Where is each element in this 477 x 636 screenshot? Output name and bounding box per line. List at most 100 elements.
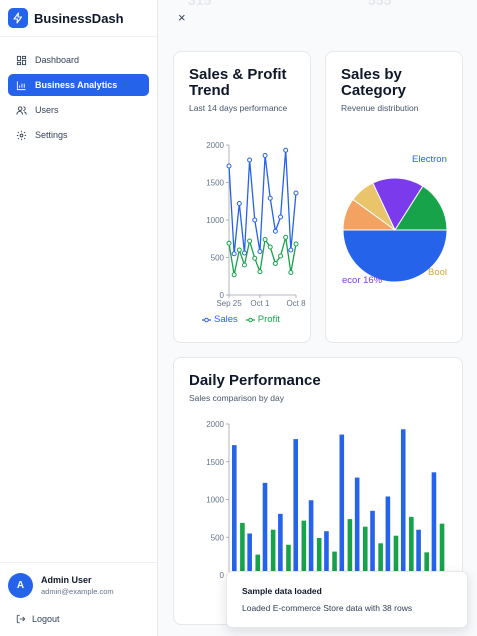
card-subtitle: Revenue distribution bbox=[341, 103, 419, 113]
data-point-profit bbox=[267, 244, 273, 250]
card-title: Daily Performance bbox=[189, 372, 321, 389]
dashboard-icon bbox=[16, 55, 27, 65]
data-point-profit bbox=[257, 269, 263, 275]
sidebar-item-users[interactable]: Users bbox=[8, 99, 149, 121]
sidebar-item-label: Business Analytics bbox=[35, 80, 118, 90]
data-point-sales bbox=[231, 251, 237, 257]
legend-item-profit[interactable]: Profit bbox=[245, 314, 280, 325]
logout-icon bbox=[16, 614, 26, 624]
user-profile[interactable]: A Admin User admin@example.com bbox=[0, 563, 157, 598]
avatar: A bbox=[8, 573, 33, 598]
sidebar-item-dashboard[interactable]: Dashboard bbox=[8, 49, 149, 71]
data-point-sales bbox=[283, 147, 289, 153]
gear-icon bbox=[16, 130, 27, 140]
data-point-profit bbox=[236, 247, 242, 253]
bar-sales bbox=[247, 533, 252, 575]
bar-sales bbox=[400, 429, 406, 575]
category-pie-chart: Electron Bool ecor 16% bbox=[342, 154, 448, 286]
bar-sales bbox=[431, 472, 437, 575]
x-tick-label: Oct 1 bbox=[250, 299, 270, 308]
lightning-icon bbox=[8, 8, 28, 28]
user-email: admin@example.com bbox=[41, 587, 114, 596]
bar-profit bbox=[240, 522, 245, 575]
logout-button[interactable]: Logout bbox=[0, 598, 157, 636]
pie-label: Electron bbox=[412, 154, 447, 165]
y-tick-label: 500 bbox=[211, 254, 225, 263]
data-point-sales bbox=[278, 214, 284, 220]
bar-profit bbox=[270, 529, 276, 575]
data-point-profit bbox=[241, 262, 247, 268]
card-title: Sales by Category bbox=[341, 66, 407, 99]
sidebar-item-label: Dashboard bbox=[35, 55, 80, 65]
y-tick-label: 1000 bbox=[206, 216, 224, 225]
pie-label: Bool bbox=[428, 267, 447, 278]
sidebar-nav: Dashboard Business Analytics Users Setti… bbox=[0, 37, 157, 146]
bar-profit bbox=[362, 526, 368, 575]
x-tick-label: Oct 8 bbox=[286, 299, 306, 308]
y-tick-label: 500 bbox=[211, 533, 225, 542]
card-subtitle: Sales comparison by day bbox=[189, 393, 284, 403]
data-point-profit bbox=[231, 272, 237, 278]
sidebar: BusinessDash Dashboard Business Analytic… bbox=[0, 0, 158, 636]
data-point-profit bbox=[283, 234, 289, 240]
faded-stat-value: 315 bbox=[188, 0, 212, 8]
y-tick-label: 0 bbox=[220, 571, 225, 580]
bar-profit bbox=[409, 516, 414, 575]
bar-sales bbox=[232, 445, 237, 575]
data-point-sales bbox=[267, 195, 273, 201]
sidebar-item-label: Users bbox=[35, 105, 59, 115]
data-point-sales bbox=[288, 247, 294, 253]
pie-label: ecor 16% bbox=[342, 275, 383, 286]
bar-chart-icon bbox=[16, 80, 26, 90]
toast-title: Sample data loaded bbox=[242, 586, 322, 596]
bar-sales bbox=[278, 513, 283, 575]
y-tick-label: 1500 bbox=[206, 458, 224, 467]
y-tick-label: 2000 bbox=[206, 420, 224, 429]
y-tick-label: 1000 bbox=[206, 496, 224, 505]
data-point-profit bbox=[247, 238, 253, 244]
bar-sales bbox=[262, 482, 268, 575]
data-point-profit bbox=[288, 270, 294, 275]
users-icon bbox=[16, 105, 27, 115]
card-title: Sales & Profit Trend bbox=[189, 66, 287, 99]
legend-item-sales[interactable]: Sales bbox=[202, 314, 238, 325]
toast-notification[interactable]: Sample data loaded Loaded E-commerce Sto… bbox=[226, 571, 468, 628]
bar-sales bbox=[416, 529, 421, 575]
sales-profit-trend-card: Sales & Profit Trend Last 14 days perfor… bbox=[173, 51, 311, 343]
data-point-profit bbox=[226, 240, 232, 246]
toast-message: Loaded E-commerce Store data with 38 row… bbox=[242, 603, 413, 613]
data-point-profit bbox=[293, 241, 299, 247]
card-subtitle: Last 14 days performance bbox=[189, 103, 288, 113]
brand[interactable]: BusinessDash bbox=[0, 0, 157, 37]
bar-profit bbox=[301, 520, 307, 575]
bar-sales bbox=[339, 434, 345, 575]
data-point-profit bbox=[278, 253, 284, 259]
bar-sales bbox=[293, 439, 299, 575]
bar-profit bbox=[347, 519, 353, 575]
sidebar-footer: A Admin User admin@example.com Logout bbox=[0, 562, 157, 636]
data-point-sales bbox=[257, 249, 263, 254]
data-point-profit bbox=[252, 255, 258, 261]
data-point-sales bbox=[236, 201, 242, 206]
bar-sales bbox=[324, 531, 329, 575]
bar-sales bbox=[308, 500, 314, 575]
data-point-sales bbox=[247, 157, 253, 163]
data-point-sales bbox=[272, 228, 278, 234]
y-tick-label: 2000 bbox=[206, 141, 224, 150]
data-point-sales bbox=[293, 190, 299, 196]
data-point-sales bbox=[252, 217, 258, 223]
chart-legend: Sales Profit bbox=[202, 314, 288, 325]
sidebar-item-settings[interactable]: Settings bbox=[8, 124, 149, 146]
legend-label: Sales bbox=[214, 314, 238, 325]
x-tick-label: Sep 25 bbox=[216, 299, 242, 308]
logout-label: Logout bbox=[32, 614, 60, 624]
data-point-sales bbox=[241, 250, 247, 256]
sidebar-item-business-analytics[interactable]: Business Analytics bbox=[8, 74, 149, 96]
bar-profit bbox=[393, 535, 399, 575]
data-point-profit bbox=[262, 237, 268, 242]
y-tick-label: 1500 bbox=[206, 179, 224, 188]
bar-sales bbox=[370, 510, 375, 575]
brand-name: BusinessDash bbox=[34, 10, 124, 26]
series-line-profit bbox=[228, 237, 297, 275]
close-icon[interactable]: × bbox=[178, 10, 186, 25]
